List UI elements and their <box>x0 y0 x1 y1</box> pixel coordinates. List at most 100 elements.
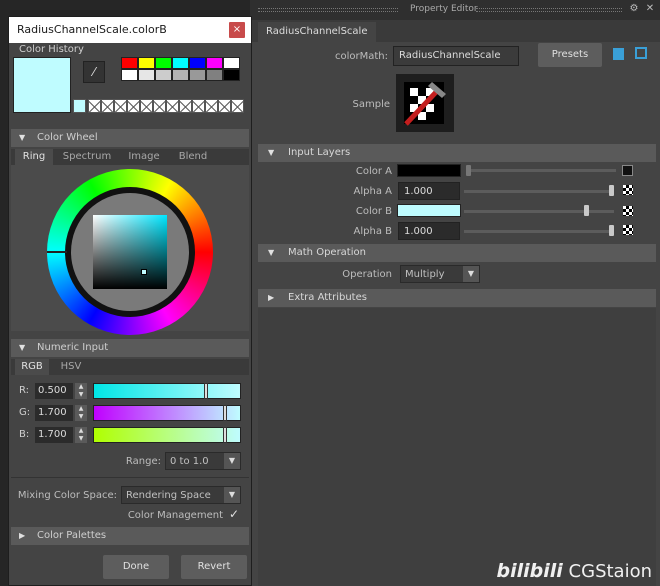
wheel-tabs: Ring Spectrum Image Blend <box>11 149 249 165</box>
chevron-down-icon: ▼ <box>224 487 240 503</box>
range-value: 0 to 1.0 <box>170 456 209 467</box>
channel-value-field[interactable]: 1.700 <box>35 405 73 421</box>
palette-swatch[interactable] <box>206 69 223 81</box>
palette-swatch[interactable] <box>121 69 138 81</box>
revert-button[interactable]: Revert <box>181 555 247 579</box>
palette-swatch[interactable] <box>189 57 206 69</box>
channel-slider-handle[interactable] <box>223 427 228 443</box>
channel-gradient-slider[interactable] <box>93 405 241 421</box>
empty-history-cell[interactable] <box>140 99 153 113</box>
alpha-b-slider-handle[interactable] <box>609 225 614 236</box>
tab-ring[interactable]: Ring <box>15 149 53 165</box>
empty-history-cell[interactable] <box>231 99 244 113</box>
extra-attributes-header[interactable]: ▶ Extra Attributes <box>258 289 656 307</box>
spinner-icon[interactable]: ▲ ▼ <box>75 405 87 421</box>
palette-swatch[interactable] <box>189 69 206 81</box>
empty-history-cell[interactable] <box>218 99 231 113</box>
palette-swatch[interactable] <box>223 57 240 69</box>
channel-value-field[interactable]: 0.500 <box>35 383 73 399</box>
color-math-label: colorMath: <box>334 51 388 62</box>
map-button-icon[interactable] <box>622 165 633 176</box>
hue-marker[interactable] <box>47 251 67 253</box>
color-a-swatch[interactable] <box>397 164 461 177</box>
alpha-b-field[interactable]: 1.000 <box>398 222 460 240</box>
color-b-swatch[interactable] <box>397 204 461 217</box>
color-b-map-icon[interactable] <box>623 206 633 216</box>
empty-history-cell[interactable] <box>179 99 192 113</box>
numeric-input-title: Numeric Input <box>37 342 109 353</box>
empty-history-cell[interactable] <box>114 99 127 113</box>
palette-swatch[interactable] <box>172 69 189 81</box>
channel-slider-handle[interactable] <box>223 405 228 421</box>
empty-history-cell[interactable] <box>101 99 114 113</box>
color-a-slider-track[interactable] <box>468 169 616 172</box>
history-swatch[interactable] <box>73 99 86 113</box>
math-operation-header[interactable]: ▼ Math Operation <box>258 244 656 262</box>
empty-history-cell[interactable] <box>153 99 166 113</box>
property-editor-tabbar: RadiusChannelScale <box>250 20 660 42</box>
alpha-b-slider-track[interactable] <box>464 230 614 233</box>
empty-history-cell[interactable] <box>166 99 179 113</box>
empty-history-cell[interactable] <box>192 99 205 113</box>
operation-dropdown[interactable]: Multiply ▼ <box>400 265 480 283</box>
numeric-tabs: RGB HSV <box>11 359 249 375</box>
saturation-value-square[interactable] <box>93 215 167 289</box>
color-math-field[interactable]: RadiusChannelScale <box>393 46 519 66</box>
spinner-icon[interactable]: ▲ ▼ <box>75 427 87 443</box>
palette-swatch[interactable] <box>206 57 223 69</box>
color-management-checkbox[interactable]: ✓ <box>227 507 241 521</box>
numeric-input-header[interactable]: ▼ Numeric Input <box>11 339 249 357</box>
color-editor-titlebar[interactable]: RadiusChannelScale.colorB × <box>9 17 251 43</box>
alpha-a-slider-handle[interactable] <box>609 185 614 196</box>
watermark: bilibili CGStaion <box>497 560 652 582</box>
range-dropdown[interactable]: 0 to 1.0 ▼ <box>165 452 241 470</box>
input-layers-header[interactable]: ▼ Input Layers <box>258 144 656 162</box>
color-b-slider-track[interactable] <box>464 210 614 213</box>
property-editor-empty-area <box>258 308 656 586</box>
palette-swatch[interactable] <box>121 57 138 69</box>
channel-label: B: <box>19 429 30 440</box>
color-b-slider-handle[interactable] <box>584 205 589 216</box>
alpha-b-map-icon[interactable] <box>623 225 633 235</box>
close-icon[interactable]: ✕ <box>644 3 656 15</box>
property-editor-titlebar[interactable]: Property Editor ⚙ ✕ <box>250 0 660 20</box>
palette-swatch[interactable] <box>138 57 155 69</box>
color-palettes-header[interactable]: ▶ Color Palettes <box>11 527 249 545</box>
settings-icon[interactable]: ⚙ <box>628 3 640 15</box>
empty-history-cell[interactable] <box>127 99 140 113</box>
done-button[interactable]: Done <box>103 555 169 579</box>
close-button[interactable]: × <box>229 22 245 38</box>
tab-blend[interactable]: Blend <box>171 149 215 165</box>
color-wheel-header[interactable]: ▼ Color Wheel <box>11 129 249 147</box>
palette-swatch[interactable] <box>155 69 172 81</box>
alpha-a-slider-track[interactable] <box>464 190 614 193</box>
channel-gradient-slider[interactable] <box>93 427 241 443</box>
palette-swatch[interactable] <box>223 69 240 81</box>
palette-swatch[interactable] <box>172 57 189 69</box>
palette-swatch[interactable] <box>138 69 155 81</box>
alpha-a-map-icon[interactable] <box>623 185 633 195</box>
eyedropper-icon[interactable]: ⁄ <box>83 61 105 83</box>
tab-hsv[interactable]: HSV <box>53 359 89 375</box>
tab-rgb[interactable]: RGB <box>15 359 49 375</box>
mixing-color-space-dropdown[interactable]: Rendering Space ▼ <box>121 486 241 504</box>
channel-slider-handle[interactable] <box>204 383 208 399</box>
empty-history-cell[interactable] <box>88 99 101 113</box>
empty-history-cell[interactable] <box>205 99 218 113</box>
channel-gradient-slider[interactable] <box>93 383 241 399</box>
float-window-icon[interactable] <box>635 47 647 59</box>
tab-radius-channel-scale[interactable]: RadiusChannelScale <box>258 22 376 42</box>
sample-label: Sample <box>352 99 391 110</box>
current-color-swatch[interactable] <box>13 57 71 113</box>
tab-image[interactable]: Image <box>121 149 167 165</box>
color-a-slider-handle[interactable] <box>466 165 471 176</box>
sv-cursor[interactable] <box>141 269 147 275</box>
palette-swatch[interactable] <box>155 57 172 69</box>
tab-spectrum[interactable]: Spectrum <box>59 149 115 165</box>
channel-value-field[interactable]: 1.700 <box>35 427 73 443</box>
alpha-a-field[interactable]: 1.000 <box>398 182 460 200</box>
spinner-icon[interactable]: ▲ ▼ <box>75 383 87 399</box>
copy-tab-icon[interactable] <box>613 48 624 60</box>
presets-button[interactable]: Presets <box>538 43 602 67</box>
collapse-icon: ▼ <box>19 133 26 142</box>
